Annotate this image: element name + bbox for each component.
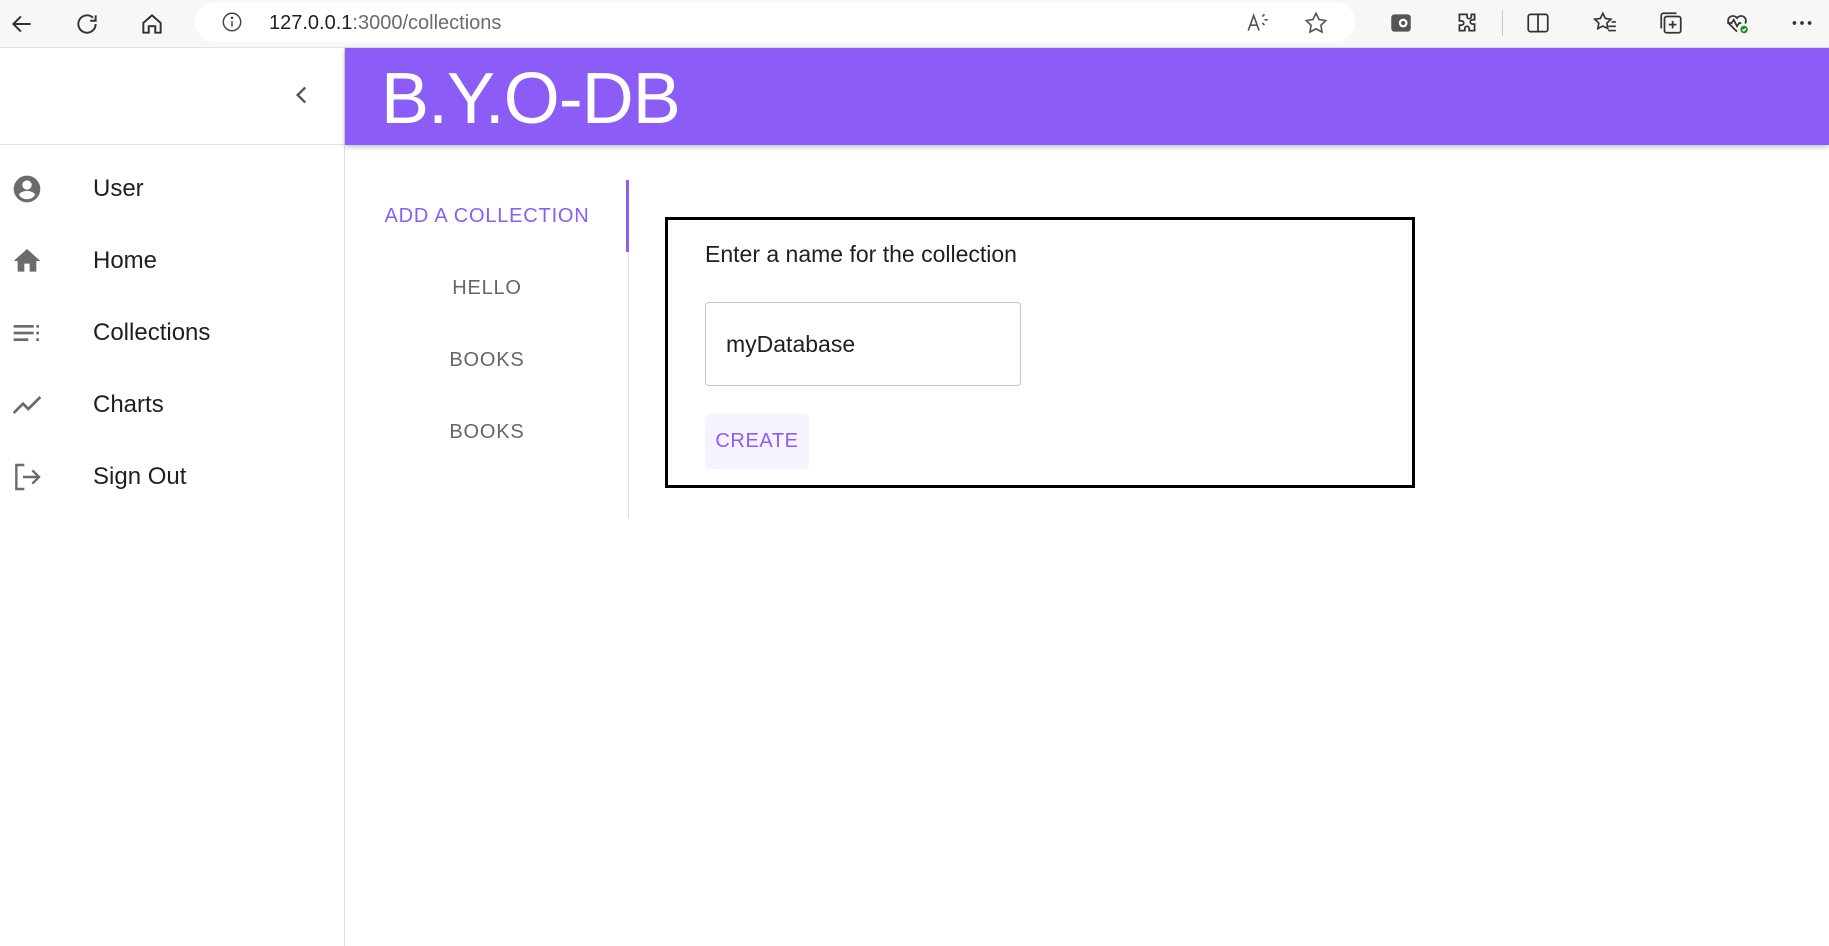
tab-add-collection[interactable]: ADD A COLLECTION [345,180,629,252]
favorite-star-icon[interactable] [1303,10,1329,36]
tab-books-2[interactable]: BOOKS [345,396,629,468]
favorites-icon[interactable] [1590,8,1620,38]
browser-essentials-icon[interactable] [1722,8,1752,38]
sidebar-item-label: Sign Out [93,463,187,490]
sidebar-item-home[interactable]: Home [0,225,344,297]
sidebar-item-charts[interactable]: Charts [0,369,344,441]
sidebar-item-collections[interactable]: Collections [0,297,344,369]
read-aloud-icon[interactable] [1245,10,1271,36]
tab-hello[interactable]: HELLO [345,252,629,324]
url-host: 127.0.0.1 [269,12,353,34]
address-bar[interactable]: 127.0.0.1:3000/collections [195,2,1355,42]
add-collection-panel: Enter a name for the collection CREATE [665,217,1415,488]
collection-name-prompt: Enter a name for the collection [705,241,1017,267]
sidebar-item-user[interactable]: User [0,153,344,225]
chevron-left-icon[interactable] [285,78,319,112]
toolbar-divider [1502,10,1503,36]
app-header: B.Y.O-DB [345,48,1829,145]
sidebar-item-label: Collections [93,319,211,346]
url-path: :3000/collections [352,12,502,34]
tab-books[interactable]: BOOKS [345,324,629,396]
refresh-icon[interactable] [69,6,105,42]
collections-icon[interactable] [1656,8,1686,38]
sidebar-item-sign-out[interactable]: Sign Out [0,441,344,513]
logout-icon [10,460,44,494]
url-text[interactable]: 127.0.0.1:3000/collections [269,12,501,35]
browser-toolbar: 127.0.0.1:3000/collections [0,0,1829,48]
home-browser-icon[interactable] [134,6,170,42]
trending-icon [10,388,44,422]
more-options-icon[interactable] [1787,8,1817,38]
sidebar-nav: User Home Collections Charts Sign Out [0,145,344,513]
list-icon [10,316,44,350]
collection-tabs: ADD A COLLECTION HELLO BOOKS BOOKS [345,180,629,518]
sidebar-header [0,48,344,145]
collection-name-input[interactable] [705,302,1021,386]
sidebar-item-label: User [93,175,144,202]
split-screen-icon[interactable] [1523,8,1553,38]
create-button[interactable]: CREATE [705,414,809,469]
sidebar-item-label: Charts [93,391,164,418]
info-icon[interactable] [221,11,243,33]
app-title: B.Y.O-DB [381,59,681,139]
home-icon [10,244,44,278]
account-circle-icon [10,172,44,206]
back-icon[interactable] [4,6,40,42]
sidebar-item-label: Home [93,247,158,274]
extension-app-icon[interactable] [1386,8,1416,38]
extensions-puzzle-icon[interactable] [1452,8,1482,38]
sidebar-drawer: User Home Collections Charts Sign Out [0,48,345,946]
active-tab-indicator [626,180,629,252]
